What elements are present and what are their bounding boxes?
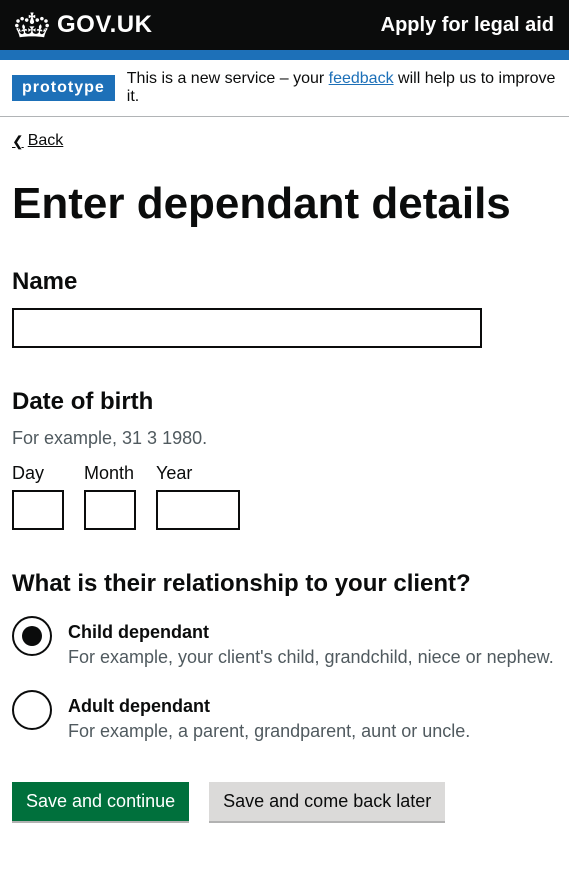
dob-group: Date of birth For example, 31 3 1980. Da…	[12, 388, 557, 530]
crown-icon	[15, 11, 49, 39]
radio-icon	[12, 616, 52, 656]
name-label: Name	[12, 268, 557, 296]
radio-label-wrap: Child dependant For example, your client…	[68, 616, 554, 668]
name-group: Name	[12, 268, 557, 348]
dob-hint: For example, 31 3 1980.	[12, 428, 557, 449]
month-label: Month	[84, 463, 136, 484]
radio-child[interactable]: Child dependant For example, your client…	[12, 616, 557, 668]
phase-text: This is a new service – your feedback wi…	[127, 70, 557, 106]
day-input[interactable]	[12, 490, 64, 530]
radio-label: Adult dependant	[68, 696, 470, 717]
radio-label-wrap: Adult dependant For example, a parent, g…	[68, 690, 470, 742]
radio-label: Child dependant	[68, 622, 554, 643]
name-input[interactable]	[12, 308, 482, 348]
chevron-left-icon: ❮	[12, 133, 24, 150]
date-fields: Day Month Year	[12, 463, 557, 530]
back-label: Back	[28, 132, 64, 150]
year-input[interactable]	[156, 490, 240, 530]
header-accent-bar	[0, 50, 569, 60]
main-content: Enter dependant details Name Date of bir…	[0, 160, 569, 851]
phase-banner: prototype This is a new service – your f…	[0, 60, 569, 117]
relationship-group: What is their relationship to your clien…	[12, 570, 557, 742]
govuk-text: GOV.UK	[57, 11, 152, 39]
radio-adult[interactable]: Adult dependant For example, a parent, g…	[12, 690, 557, 742]
back-link[interactable]: ❮ Back	[12, 132, 63, 150]
phase-text-before: This is a new service – your	[127, 70, 329, 87]
button-row: Save and continue Save and come back lat…	[12, 782, 557, 821]
month-input[interactable]	[84, 490, 136, 530]
save-later-button[interactable]: Save and come back later	[209, 782, 445, 821]
site-header: GOV.UK Apply for legal aid	[0, 0, 569, 50]
page-title: Enter dependant details	[12, 180, 557, 228]
relationship-legend: What is their relationship to your clien…	[12, 570, 557, 598]
save-continue-button[interactable]: Save and continue	[12, 782, 189, 821]
header-logo-block[interactable]: GOV.UK	[15, 11, 152, 39]
dob-label: Date of birth	[12, 388, 557, 416]
radio-hint: For example, a parent, grandparent, aunt…	[68, 721, 470, 742]
relationship-radios: Child dependant For example, your client…	[12, 616, 557, 742]
day-label: Day	[12, 463, 64, 484]
phase-tag: prototype	[12, 75, 115, 101]
service-name: Apply for legal aid	[381, 14, 554, 37]
feedback-link[interactable]: feedback	[329, 70, 394, 87]
radio-hint: For example, your client's child, grandc…	[68, 647, 554, 668]
radio-icon	[12, 690, 52, 730]
year-item: Year	[156, 463, 240, 530]
month-item: Month	[84, 463, 136, 530]
day-item: Day	[12, 463, 64, 530]
year-label: Year	[156, 463, 240, 484]
